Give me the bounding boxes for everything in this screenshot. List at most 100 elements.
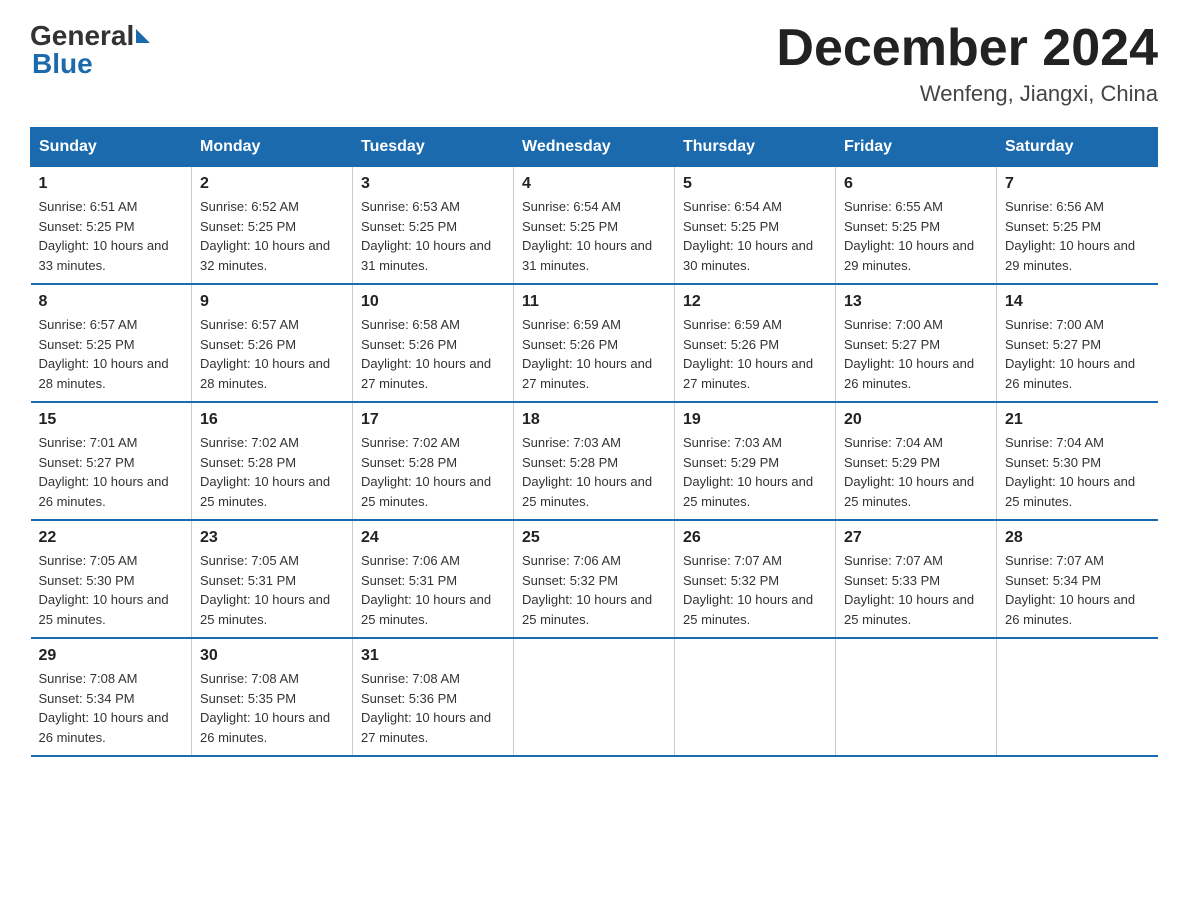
day-cell: 10 Sunrise: 6:58 AM Sunset: 5:26 PM Dayl…: [353, 284, 514, 402]
day-info: Sunrise: 7:08 AM Sunset: 5:36 PM Dayligh…: [361, 669, 505, 747]
day-number: 30: [200, 647, 344, 665]
day-info: Sunrise: 7:07 AM Sunset: 5:33 PM Dayligh…: [844, 551, 988, 629]
day-cell: [675, 638, 836, 756]
header-row: SundayMondayTuesdayWednesdayThursdayFrid…: [31, 128, 1158, 167]
day-info: Sunrise: 6:57 AM Sunset: 5:25 PM Dayligh…: [39, 315, 184, 393]
title-section: December 2024 Wenfeng, Jiangxi, China: [776, 20, 1158, 107]
day-info: Sunrise: 6:57 AM Sunset: 5:26 PM Dayligh…: [200, 315, 344, 393]
logo-blue-text: Blue: [32, 48, 93, 80]
day-cell: 19 Sunrise: 7:03 AM Sunset: 5:29 PM Dayl…: [675, 402, 836, 520]
day-info: Sunrise: 7:07 AM Sunset: 5:34 PM Dayligh…: [1005, 551, 1150, 629]
day-number: 20: [844, 411, 988, 429]
day-number: 1: [39, 175, 184, 193]
day-info: Sunrise: 6:51 AM Sunset: 5:25 PM Dayligh…: [39, 197, 184, 275]
day-cell: 12 Sunrise: 6:59 AM Sunset: 5:26 PM Dayl…: [675, 284, 836, 402]
header-sunday: Sunday: [31, 128, 192, 167]
day-info: Sunrise: 7:00 AM Sunset: 5:27 PM Dayligh…: [844, 315, 988, 393]
day-cell: 25 Sunrise: 7:06 AM Sunset: 5:32 PM Dayl…: [514, 520, 675, 638]
logo-arrow-icon: [136, 29, 150, 43]
header-monday: Monday: [192, 128, 353, 167]
day-cell: 23 Sunrise: 7:05 AM Sunset: 5:31 PM Dayl…: [192, 520, 353, 638]
day-cell: 30 Sunrise: 7:08 AM Sunset: 5:35 PM Dayl…: [192, 638, 353, 756]
location-subtitle: Wenfeng, Jiangxi, China: [776, 81, 1158, 107]
page-header: General Blue December 2024 Wenfeng, Jian…: [30, 20, 1158, 107]
day-cell: 27 Sunrise: 7:07 AM Sunset: 5:33 PM Dayl…: [836, 520, 997, 638]
day-info: Sunrise: 6:56 AM Sunset: 5:25 PM Dayligh…: [1005, 197, 1150, 275]
day-cell: 5 Sunrise: 6:54 AM Sunset: 5:25 PM Dayli…: [675, 167, 836, 285]
day-number: 31: [361, 647, 505, 665]
day-info: Sunrise: 7:02 AM Sunset: 5:28 PM Dayligh…: [200, 433, 344, 511]
day-number: 28: [1005, 529, 1150, 547]
day-number: 19: [683, 411, 827, 429]
logo: General Blue: [30, 20, 152, 80]
day-cell: 15 Sunrise: 7:01 AM Sunset: 5:27 PM Dayl…: [31, 402, 192, 520]
day-number: 24: [361, 529, 505, 547]
day-info: Sunrise: 7:04 AM Sunset: 5:29 PM Dayligh…: [844, 433, 988, 511]
day-number: 7: [1005, 175, 1150, 193]
day-cell: 14 Sunrise: 7:00 AM Sunset: 5:27 PM Dayl…: [997, 284, 1158, 402]
day-number: 15: [39, 411, 184, 429]
day-info: Sunrise: 7:01 AM Sunset: 5:27 PM Dayligh…: [39, 433, 184, 511]
day-info: Sunrise: 7:06 AM Sunset: 5:31 PM Dayligh…: [361, 551, 505, 629]
day-number: 6: [844, 175, 988, 193]
day-info: Sunrise: 7:05 AM Sunset: 5:30 PM Dayligh…: [39, 551, 184, 629]
day-number: 22: [39, 529, 184, 547]
day-info: Sunrise: 7:04 AM Sunset: 5:30 PM Dayligh…: [1005, 433, 1150, 511]
day-cell: 26 Sunrise: 7:07 AM Sunset: 5:32 PM Dayl…: [675, 520, 836, 638]
day-number: 3: [361, 175, 505, 193]
day-info: Sunrise: 6:58 AM Sunset: 5:26 PM Dayligh…: [361, 315, 505, 393]
day-number: 11: [522, 293, 666, 311]
day-info: Sunrise: 6:59 AM Sunset: 5:26 PM Dayligh…: [522, 315, 666, 393]
day-cell: 17 Sunrise: 7:02 AM Sunset: 5:28 PM Dayl…: [353, 402, 514, 520]
day-cell: 21 Sunrise: 7:04 AM Sunset: 5:30 PM Dayl…: [997, 402, 1158, 520]
month-year-title: December 2024: [776, 20, 1158, 77]
day-info: Sunrise: 6:54 AM Sunset: 5:25 PM Dayligh…: [522, 197, 666, 275]
day-number: 12: [683, 293, 827, 311]
day-cell: 4 Sunrise: 6:54 AM Sunset: 5:25 PM Dayli…: [514, 167, 675, 285]
day-cell: 20 Sunrise: 7:04 AM Sunset: 5:29 PM Dayl…: [836, 402, 997, 520]
day-cell: 24 Sunrise: 7:06 AM Sunset: 5:31 PM Dayl…: [353, 520, 514, 638]
day-number: 25: [522, 529, 666, 547]
day-info: Sunrise: 7:08 AM Sunset: 5:34 PM Dayligh…: [39, 669, 184, 747]
day-info: Sunrise: 6:59 AM Sunset: 5:26 PM Dayligh…: [683, 315, 827, 393]
day-info: Sunrise: 6:55 AM Sunset: 5:25 PM Dayligh…: [844, 197, 988, 275]
day-number: 10: [361, 293, 505, 311]
day-info: Sunrise: 6:54 AM Sunset: 5:25 PM Dayligh…: [683, 197, 827, 275]
day-cell: 29 Sunrise: 7:08 AM Sunset: 5:34 PM Dayl…: [31, 638, 192, 756]
day-info: Sunrise: 7:03 AM Sunset: 5:29 PM Dayligh…: [683, 433, 827, 511]
day-info: Sunrise: 6:53 AM Sunset: 5:25 PM Dayligh…: [361, 197, 505, 275]
header-thursday: Thursday: [675, 128, 836, 167]
day-cell: 28 Sunrise: 7:07 AM Sunset: 5:34 PM Dayl…: [997, 520, 1158, 638]
calendar-table: SundayMondayTuesdayWednesdayThursdayFrid…: [30, 127, 1158, 757]
day-info: Sunrise: 7:06 AM Sunset: 5:32 PM Dayligh…: [522, 551, 666, 629]
day-cell: [836, 638, 997, 756]
week-row-5: 29 Sunrise: 7:08 AM Sunset: 5:34 PM Dayl…: [31, 638, 1158, 756]
week-row-3: 15 Sunrise: 7:01 AM Sunset: 5:27 PM Dayl…: [31, 402, 1158, 520]
day-number: 4: [522, 175, 666, 193]
day-info: Sunrise: 7:05 AM Sunset: 5:31 PM Dayligh…: [200, 551, 344, 629]
header-saturday: Saturday: [997, 128, 1158, 167]
day-info: Sunrise: 7:02 AM Sunset: 5:28 PM Dayligh…: [361, 433, 505, 511]
day-number: 29: [39, 647, 184, 665]
week-row-2: 8 Sunrise: 6:57 AM Sunset: 5:25 PM Dayli…: [31, 284, 1158, 402]
day-number: 2: [200, 175, 344, 193]
day-number: 16: [200, 411, 344, 429]
day-cell: 3 Sunrise: 6:53 AM Sunset: 5:25 PM Dayli…: [353, 167, 514, 285]
day-number: 17: [361, 411, 505, 429]
day-cell: 6 Sunrise: 6:55 AM Sunset: 5:25 PM Dayli…: [836, 167, 997, 285]
day-cell: [514, 638, 675, 756]
week-row-4: 22 Sunrise: 7:05 AM Sunset: 5:30 PM Dayl…: [31, 520, 1158, 638]
day-number: 23: [200, 529, 344, 547]
day-cell: 31 Sunrise: 7:08 AM Sunset: 5:36 PM Dayl…: [353, 638, 514, 756]
day-number: 13: [844, 293, 988, 311]
day-cell: 22 Sunrise: 7:05 AM Sunset: 5:30 PM Dayl…: [31, 520, 192, 638]
week-row-1: 1 Sunrise: 6:51 AM Sunset: 5:25 PM Dayli…: [31, 167, 1158, 285]
day-number: 5: [683, 175, 827, 193]
day-info: Sunrise: 7:08 AM Sunset: 5:35 PM Dayligh…: [200, 669, 344, 747]
day-cell: 1 Sunrise: 6:51 AM Sunset: 5:25 PM Dayli…: [31, 167, 192, 285]
day-cell: 16 Sunrise: 7:02 AM Sunset: 5:28 PM Dayl…: [192, 402, 353, 520]
day-cell: 11 Sunrise: 6:59 AM Sunset: 5:26 PM Dayl…: [514, 284, 675, 402]
day-cell: 9 Sunrise: 6:57 AM Sunset: 5:26 PM Dayli…: [192, 284, 353, 402]
day-number: 9: [200, 293, 344, 311]
day-number: 26: [683, 529, 827, 547]
